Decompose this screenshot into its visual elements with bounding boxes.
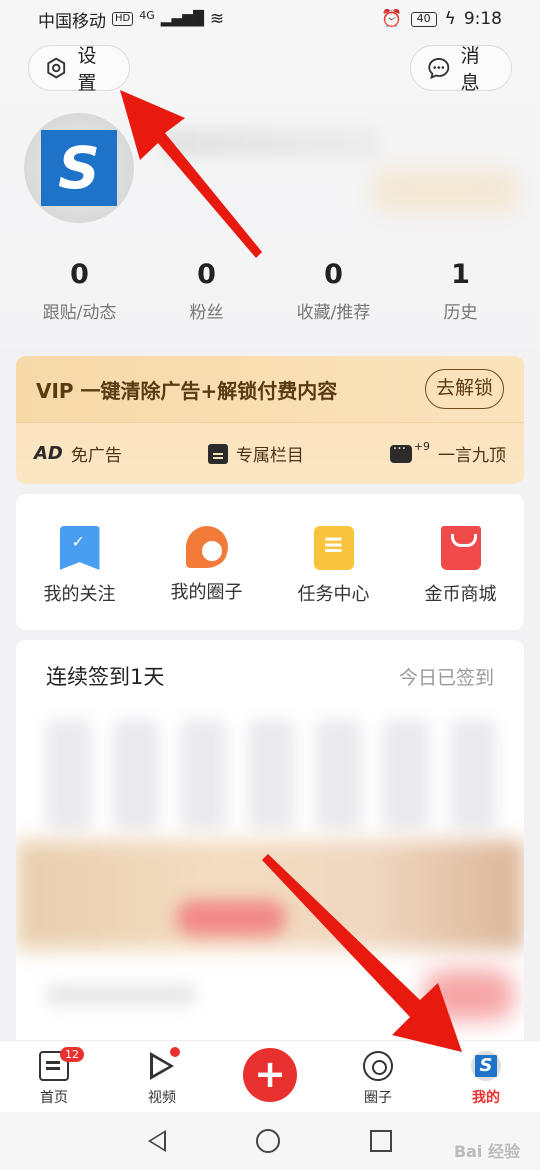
tab-label: 圈子 (364, 1090, 392, 1106)
task-list-icon (313, 526, 354, 570)
stats-row: 0 跟贴/动态 0 粉丝 0 收藏/推荐 1 历史 (16, 258, 524, 323)
menu-item-my-circles[interactable]: 我的圈子 (143, 494, 270, 630)
column-icon (207, 443, 228, 464)
messages-label: 消息 (460, 45, 480, 94)
avatar-logo-icon: S (41, 130, 117, 206)
circle-icon (363, 1051, 393, 1081)
battery-icon: 40 (410, 11, 437, 27)
status-left: 中国移动 HD 4G ▂▄▆█ ≋ (38, 7, 224, 32)
perk-no-ads[interactable]: AD 免广告 (34, 441, 122, 466)
signin-status: 今日已签到 (398, 666, 494, 689)
me-avatar-icon: S (471, 1051, 501, 1081)
settings-label: 设置 (77, 45, 97, 94)
vip-card[interactable]: VIP 一键清除广告+解锁付费内容 去解锁 AD 免广告 专属栏目 +9 一言九… (16, 356, 524, 484)
avatar[interactable]: S (24, 113, 134, 223)
stat-fans[interactable]: 0 粉丝 (143, 258, 270, 323)
shopping-bag-icon (440, 526, 481, 570)
menu-label: 我的关注 (43, 584, 116, 605)
profile-header: 设置 消息 S 0 跟贴/动态 0 粉丝 0 收藏/推荐 1 历史 (0, 38, 540, 348)
back-icon[interactable] (148, 1130, 166, 1152)
tab-me[interactable]: S 我的 (432, 1041, 540, 1112)
tab-video[interactable]: 视频 (108, 1041, 216, 1112)
blurred-button (176, 900, 286, 936)
stat-value: 0 (70, 259, 89, 290)
signin-title: 连续签到1天 (46, 665, 165, 689)
perk-label: 一言九顶 (438, 446, 506, 466)
stat-history[interactable]: 1 历史 (397, 258, 524, 323)
stat-value: 1 (451, 259, 470, 290)
stat-value: 0 (324, 259, 343, 290)
notification-badge: 12 (60, 1047, 84, 1062)
blurred-tag (370, 168, 520, 214)
charging-icon: ϟ (444, 9, 456, 29)
blurred-button (424, 970, 514, 1020)
stat-label: 收藏/推荐 (296, 303, 371, 323)
network-label: 4G (139, 8, 155, 22)
wifi-icon: ≋ (209, 9, 225, 29)
tab-home[interactable]: 首页 (0, 1041, 108, 1112)
clock: 9:18 (463, 9, 502, 29)
menu-item-following[interactable]: 我的关注 (16, 494, 143, 630)
signal-icon: ▂▄▆█ (160, 11, 204, 27)
stat-label: 跟贴/动态 (42, 303, 117, 323)
stat-value: 0 (197, 259, 216, 290)
system-nav-bar: Bai 经验 (0, 1112, 540, 1170)
stat-posts[interactable]: 0 跟贴/动态 (16, 258, 143, 323)
perk-superscript: +9 (413, 440, 430, 453)
perk-upvote[interactable]: +9 一言九顶 (389, 440, 506, 466)
message-bubble-icon (428, 58, 450, 80)
messages-button[interactable]: 消息 (410, 45, 512, 94)
perk-label: 免广告 (70, 446, 122, 466)
tab-label: 我的 (472, 1090, 500, 1106)
alarm-icon: ⏰ (381, 9, 403, 29)
tab-circles[interactable]: 圈子 (324, 1041, 432, 1112)
status-right: ⏰ 40 ϟ 9:18 (381, 9, 502, 29)
ad-icon: AD (34, 443, 63, 464)
settings-button[interactable]: 设置 (28, 45, 130, 94)
carrier-label: 中国移动 (38, 11, 106, 32)
perk-label: 专属栏目 (235, 446, 304, 466)
signin-header: 连续签到1天 今日已签到 (16, 640, 524, 712)
plus-icon[interactable]: + (243, 1048, 297, 1102)
blurred-text (46, 985, 196, 1005)
quick-menu-card: 我的关注 我的圈子 任务中心 金币商城 (16, 494, 524, 630)
tab-label: 视频 (148, 1090, 176, 1106)
menu-item-coin-mall[interactable]: 金币商城 (397, 494, 524, 630)
menu-label: 我的圈子 (170, 582, 243, 603)
status-bar: 中国移动 HD 4G ▂▄▆█ ≋ ⏰ 40 ϟ 9:18 (0, 0, 540, 38)
signin-card: 连续签到1天 今日已签到 (16, 640, 524, 1040)
menu-label: 任务中心 (297, 584, 370, 605)
menu-label: 金币商城 (424, 584, 497, 605)
comment-bubble-icon (389, 441, 412, 463)
perk-exclusive-column[interactable]: 专属栏目 (207, 441, 304, 466)
new-dot (170, 1047, 180, 1057)
hd-badge: HD (112, 12, 134, 26)
vip-header: VIP 一键清除广告+解锁付费内容 去解锁 (16, 356, 524, 422)
recents-icon[interactable] (370, 1130, 392, 1152)
vip-perks: AD 免广告 专属栏目 +9 一言九顶 (16, 423, 524, 484)
blurred-username (160, 128, 380, 158)
blurred-checkin-days (46, 720, 496, 830)
circle-chat-icon (185, 526, 228, 568)
stat-label: 历史 (443, 303, 478, 323)
bookmark-icon (59, 526, 100, 570)
stat-label: 粉丝 (189, 303, 224, 323)
gear-icon (47, 57, 66, 79)
unlock-button[interactable]: 去解锁 (424, 369, 504, 409)
stat-favorites[interactable]: 0 收藏/推荐 (270, 258, 397, 323)
tab-label: 首页 (40, 1090, 68, 1106)
vip-title: VIP 一键清除广告+解锁付费内容 (36, 378, 338, 403)
menu-item-task-center[interactable]: 任务中心 (270, 494, 397, 630)
watermark: Bai 经验 (453, 1142, 520, 1161)
home-circle-icon[interactable] (256, 1129, 280, 1153)
